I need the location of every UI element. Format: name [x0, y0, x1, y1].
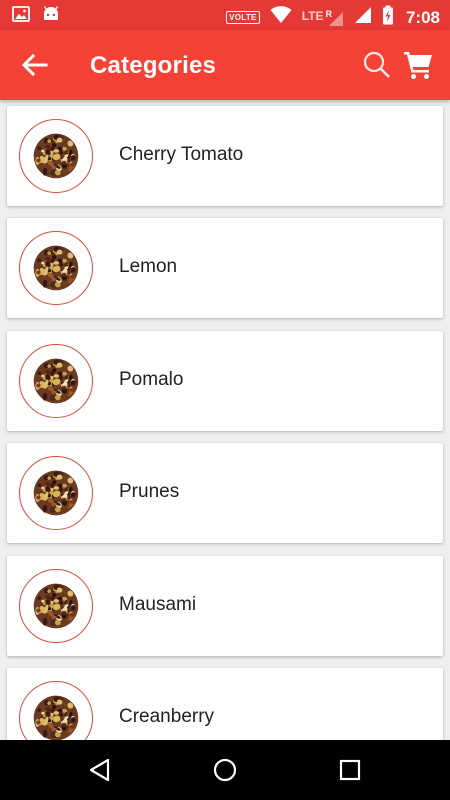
category-item[interactable]: Mausami	[7, 556, 443, 656]
battery-icon	[382, 5, 394, 30]
category-item[interactable]: Prunes	[7, 443, 443, 543]
category-label: Pomalo	[119, 369, 184, 390]
clock: 7:08	[405, 7, 440, 27]
android-icon	[42, 6, 60, 27]
category-thumbnail	[19, 569, 93, 643]
arrow-left-icon[interactable]	[20, 52, 50, 78]
category-label: Cherry Tomato	[119, 144, 244, 165]
dried-fruit-image	[33, 470, 79, 516]
category-item[interactable]: Pomalo	[7, 331, 443, 431]
home-circle-icon[interactable]	[212, 757, 238, 783]
category-thumbnail	[19, 344, 93, 418]
lte-label: LTE	[301, 8, 324, 23]
signal-bars-icon	[328, 11, 343, 26]
page-title: Categories	[90, 52, 217, 79]
dried-fruit-image	[33, 245, 79, 291]
dried-fruit-image	[33, 133, 79, 179]
category-label: Prunes	[119, 481, 180, 502]
volte-badge: VOLTE	[226, 11, 260, 24]
category-item[interactable]: Lemon	[7, 218, 443, 318]
back-triangle-icon[interactable]	[87, 757, 113, 783]
category-thumbnail	[19, 681, 93, 740]
search-icon[interactable]	[362, 50, 392, 80]
category-label: Creanberry	[119, 706, 215, 727]
recents-square-icon[interactable]	[337, 757, 363, 783]
category-item[interactable]: Creanberry	[7, 668, 443, 740]
dried-fruit-image	[33, 695, 79, 740]
gallery-icon	[12, 6, 30, 27]
wifi-icon	[270, 6, 292, 29]
status-bar: VOLTE LTE R 7:08	[0, 0, 450, 30]
lte-signal: LTE R	[302, 9, 344, 27]
category-label: Mausami	[119, 594, 197, 615]
category-thumbnail	[19, 231, 93, 305]
category-item[interactable]: Cherry Tomato	[7, 106, 443, 206]
category-list: Cherry Tomato Lemon Pomalo Prunes Mausam…	[0, 100, 450, 740]
category-thumbnail	[19, 456, 93, 530]
cell-signal-icon	[354, 6, 372, 29]
system-nav-bar	[0, 740, 450, 800]
dried-fruit-image	[33, 583, 79, 629]
dried-fruit-image	[33, 358, 79, 404]
category-thumbnail	[19, 119, 93, 193]
category-label: Lemon	[119, 256, 178, 277]
app-bar: Categories	[0, 30, 450, 100]
shopping-cart-icon[interactable]	[402, 50, 434, 80]
